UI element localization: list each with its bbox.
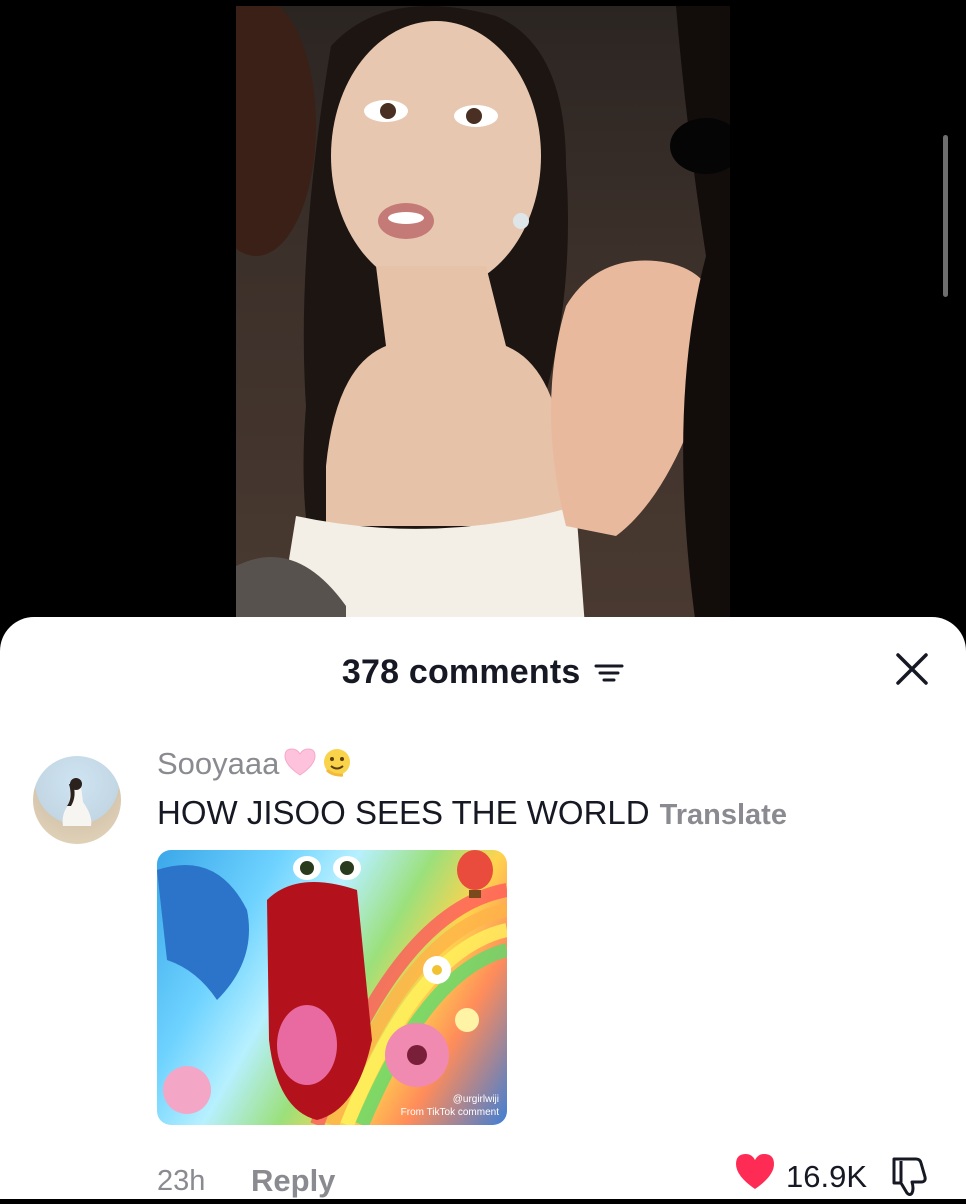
scrollbar[interactable] [943,135,948,297]
sticker-artwork [157,850,507,1125]
pink-heart-emoji [283,747,317,785]
close-icon[interactable] [892,649,932,689]
video-frame[interactable] [236,6,730,640]
comments-count-label: 378 comments [341,653,581,691]
avatar[interactable] [33,756,121,844]
comment-text[interactable]: HOW JISOO SEES THE WORLD Translate [157,794,787,832]
watermark-source: From TikTok comment [400,1107,499,1118]
comment-sticker-image[interactable]: @urgirlwiji From TikTok comment [157,850,507,1125]
comments-header: 378 comments [0,647,966,697]
comments-sheet: 378 comments Sooyaaa HOW JISOO SEES THE … [0,617,966,1199]
translate-link[interactable]: Translate [660,799,787,831]
sticker-watermark: @urgirlwiji From TikTok comment [401,1093,499,1119]
video-still-image [236,6,730,640]
sort-icon[interactable] [594,655,624,694]
reply-button[interactable]: Reply [251,1163,335,1199]
comment-username[interactable]: Sooyaaa [157,746,353,786]
dislike-icon[interactable] [886,1153,932,1199]
heart-icon[interactable] [733,1151,777,1195]
comment-body: HOW JISOO SEES THE WORLD [157,794,650,831]
comment-time: 23h [157,1165,206,1197]
like-count: 16.9K [786,1159,868,1194]
face-emoji [321,746,353,786]
video-player[interactable] [0,0,966,640]
comments-title[interactable]: 378 comments [0,653,966,694]
watermark-user: @urgirlwiji [452,1094,499,1105]
comment-actions: 23h Reply 16.9K [0,1147,966,1198]
username-label: Sooyaaa [157,746,280,782]
